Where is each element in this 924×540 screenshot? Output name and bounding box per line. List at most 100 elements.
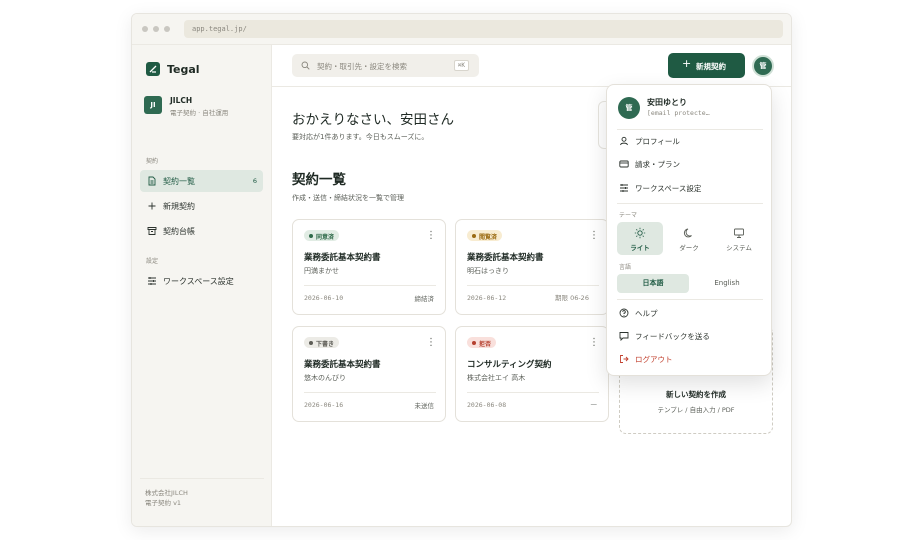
window-dot-maximize[interactable] — [164, 26, 170, 32]
avatar: 管 — [618, 97, 640, 119]
theme-label: テーマ — [619, 212, 638, 219]
contract-card[interactable]: 同意済 ⋮ 業務委託基本契約書 円満まかせ 2026-06-10 締結済 — [292, 219, 446, 315]
section-label-contracts: 契約 — [146, 158, 159, 165]
theme-option-light[interactable]: ライト — [617, 222, 663, 255]
sidebar-footer: 株式会社JILCH 電子契約 v1 — [140, 478, 264, 508]
user-email: [email protecte… — [647, 109, 710, 117]
language-option-japanese[interactable]: 日本語 — [617, 274, 689, 293]
more-options-icon[interactable]: ⋮ — [426, 231, 436, 241]
moon-icon — [683, 228, 692, 238]
card-divider — [304, 392, 436, 393]
sidebar-item-ledger[interactable]: 契約台帳 — [140, 220, 263, 242]
contract-title: 業務委託基本契約書 — [304, 253, 381, 263]
contract-due: 期限 06-26 — [555, 294, 589, 302]
contract-title: 業務委託基本契約書 — [467, 253, 544, 263]
create-card-subtitle: テンプレ / 自由入力 / PDF — [657, 406, 735, 414]
contract-title: 業務委託基本契約書 — [304, 360, 381, 370]
brand-logo-icon — [146, 62, 160, 76]
theme-option-label: ダーク — [679, 244, 699, 252]
status-badge: 下書き — [304, 337, 340, 348]
card-divider — [467, 285, 599, 286]
menu-item-label: ログアウト — [635, 355, 673, 364]
sidebar: Tegal JI JILCH 電子契約 · 自社運用 契約 契約一覧 6 新規契… — [132, 45, 272, 526]
org-avatar[interactable]: JI — [144, 96, 162, 114]
greeting-title: おかえりなさい、安田さん — [292, 112, 454, 128]
card-divider — [467, 392, 599, 393]
monitor-icon — [734, 228, 744, 238]
contract-status: — — [590, 400, 598, 408]
more-options-icon[interactable]: ⋮ — [426, 338, 436, 348]
contract-date: 2026-06-10 — [304, 294, 344, 302]
search-shortcut: ⌘K — [453, 60, 469, 71]
menu-item-label: ワークスペース設定 — [635, 184, 702, 193]
card-icon — [619, 160, 629, 168]
page-subtitle: 作成・送信・締結状況を一覧で管理 — [292, 194, 404, 202]
contract-party: 円満まかせ — [304, 267, 339, 275]
more-options-icon[interactable]: ⋮ — [589, 231, 599, 241]
contract-card[interactable]: 拒否 ⋮ コンサルティング契約 株式会社エイ 高木 2026-06-08 — — [455, 326, 609, 422]
menu-item-feedback[interactable]: フィードバックを送る — [611, 326, 769, 346]
sidebar-item-workspace-settings[interactable]: ワークスペース設定 — [140, 270, 263, 292]
footer-company: 株式会社JILCH — [145, 489, 188, 497]
menu-item-label: フィードバックを送る — [635, 332, 710, 341]
plus-icon — [148, 202, 156, 210]
status-badge: 同意済 — [304, 230, 340, 241]
contract-card[interactable]: 閲覧済 ⋮ 業務委託基本契約書 明石はっきり 2026-06-12 期限 06-… — [455, 219, 609, 315]
theme-option-system[interactable]: システム — [716, 222, 762, 255]
user-dropdown-menu: 管 安田ゆとり [email protecte… プロフィール 請求・プラン ワ… — [606, 84, 772, 376]
contract-status: 締結済 — [414, 295, 435, 303]
menu-item-label: プロフィール — [635, 137, 680, 146]
address-bar[interactable]: app.tegal.jp/ — [184, 20, 783, 38]
brand-name[interactable]: Tegal — [167, 63, 200, 76]
window-dot-close[interactable] — [142, 26, 148, 32]
greeting-subtitle: 要対応が1件あります。今日もスムーズに。 — [292, 133, 429, 141]
window-dot-minimize[interactable] — [153, 26, 159, 32]
sidebar-item-count: 6 — [252, 177, 257, 185]
menu-item-logout[interactable]: ログアウト — [611, 349, 769, 369]
create-card-title: 新しい契約を作成 — [666, 390, 726, 399]
logout-icon — [620, 355, 629, 363]
theme-option-label: システム — [726, 244, 752, 252]
topbar: 契約・取引先・設定を検索 ⌘K + 新規契約 管 — [272, 45, 791, 87]
contract-date: 2026-06-08 — [467, 401, 507, 409]
section-label-settings: 設定 — [146, 258, 159, 265]
footer-version: 電子契約 v1 — [145, 499, 182, 507]
contract-title: コンサルティング契約 — [467, 360, 552, 370]
sliders-icon — [148, 277, 156, 285]
language-label: 言語 — [619, 264, 632, 271]
theme-option-label: ライト — [630, 244, 650, 252]
menu-item-workspace-settings[interactable]: ワークスペース設定 — [611, 178, 769, 198]
menu-item-help[interactable]: ヘルプ — [611, 303, 769, 323]
card-divider — [304, 285, 436, 286]
page-title: 契約一覧 — [292, 172, 346, 188]
menu-item-billing[interactable]: 請求・プラン — [611, 154, 769, 174]
document-icon — [148, 176, 156, 186]
search-placeholder: 契約・取引先・設定を検索 — [317, 62, 407, 71]
sidebar-item-contract-list[interactable]: 契約一覧 6 — [140, 170, 263, 192]
contract-party: 株式会社エイ 高木 — [467, 374, 526, 382]
search-icon — [301, 61, 310, 70]
more-options-icon[interactable]: ⋮ — [589, 338, 599, 348]
browser-chrome: app.tegal.jp/ — [132, 14, 791, 45]
sidebar-item-label: ワークスペース設定 — [163, 277, 234, 286]
plus-icon: + — [682, 57, 692, 70]
message-icon — [619, 332, 629, 341]
menu-item-label: ヘルプ — [635, 309, 658, 318]
contract-date: 2026-06-16 — [304, 401, 344, 409]
contract-date: 2026-06-12 — [467, 294, 507, 302]
help-icon — [619, 308, 629, 318]
menu-divider — [617, 203, 763, 204]
new-contract-button[interactable]: + 新規契約 — [668, 53, 745, 78]
theme-option-dark[interactable]: ダーク — [666, 222, 712, 255]
contract-party: 明石はっきり — [467, 267, 509, 275]
menu-item-profile[interactable]: プロフィール — [611, 131, 769, 151]
contract-card[interactable]: 下書き ⋮ 業務委託基本契約書 悠木のんびり 2026-06-16 未送信 — [292, 326, 446, 422]
sidebar-item-new-contract[interactable]: 新規契約 — [140, 195, 263, 217]
user-menu-button[interactable]: 管 — [752, 55, 774, 77]
language-option-english[interactable]: English — [691, 274, 763, 293]
org-name[interactable]: JILCH — [170, 96, 192, 105]
sidebar-item-label: 契約一覧 — [163, 177, 195, 186]
search-input[interactable]: 契約・取引先・設定を検索 ⌘K — [292, 54, 479, 77]
user-name: 安田ゆとり — [647, 98, 687, 107]
sun-icon — [634, 227, 646, 239]
